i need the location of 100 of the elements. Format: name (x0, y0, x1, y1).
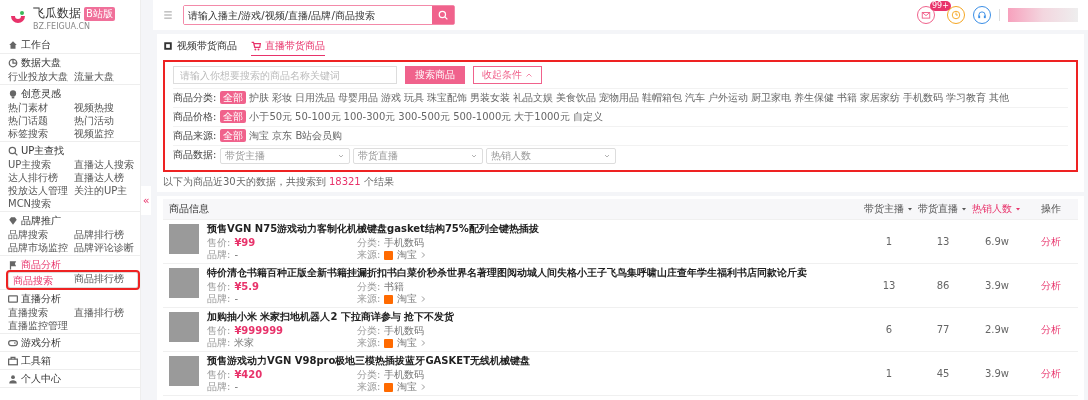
sidebar-item[interactable]: 直播监控管理 (8, 319, 68, 332)
product-photo-placeholder (169, 312, 199, 342)
filter-option[interactable]: 宠物用品 (599, 91, 640, 104)
filter-option[interactable]: 汽车 (685, 91, 706, 104)
sidebar-section[interactable]: 创意灵感 (8, 86, 132, 101)
filter-option[interactable]: 厨卫家电 (751, 91, 792, 104)
sidebar-item[interactable]: 标签搜索 (8, 127, 48, 140)
analyze-link[interactable]: 分析 (1041, 322, 1061, 337)
search-field[interactable]: 请输入播主/游戏/视频/直播/品牌/商品搜索 (183, 5, 455, 25)
search-button[interactable] (432, 6, 454, 24)
source-link[interactable]: 淘宝 (397, 249, 428, 261)
filter-option[interactable]: 鞋帽箱包 (642, 91, 683, 104)
source-link[interactable]: 淘宝 (397, 337, 428, 349)
sidebar-item[interactable]: 投放达人管理 (8, 184, 68, 197)
sidebar-item[interactable]: 品牌搜索 (8, 228, 48, 241)
filter-option[interactable]: 珠宝配饰 (427, 91, 468, 104)
filter-option[interactable]: 家居家纺 (860, 91, 901, 104)
sidebar-item[interactable]: 品牌市场监控 (8, 241, 68, 254)
filter-option[interactable]: 男装女装 (470, 91, 511, 104)
tab[interactable]: 视频带货商品 (163, 39, 237, 56)
filter-option[interactable]: 京东 (272, 129, 293, 142)
filter-option[interactable]: 户外运动 (708, 91, 749, 104)
sidebar-item[interactable]: 热门话题 (8, 114, 48, 127)
filter-option[interactable]: 100-300元 (343, 110, 396, 123)
filter-option[interactable]: 学习教育 (946, 91, 987, 104)
analyze-link[interactable]: 分析 (1041, 366, 1061, 381)
source-link[interactable]: 淘宝 (397, 381, 428, 393)
filter-option[interactable]: B站会员购 (295, 129, 343, 142)
sidebar-section[interactable]: 工作台 (8, 37, 132, 52)
sidebar-item[interactable]: UP主搜索 (8, 158, 52, 171)
sidebar-section[interactable]: 商品分析 (8, 257, 132, 272)
caret-icon (603, 152, 612, 160)
sidebar-item[interactable]: 品牌排行榜 (74, 228, 124, 241)
filter-option[interactable]: 大于1000元 (514, 110, 570, 123)
filter-option[interactable]: 300-500元 (398, 110, 451, 123)
analyze-link[interactable]: 分析 (1041, 234, 1061, 249)
filter-option[interactable]: 礼品文娱 (513, 91, 554, 104)
filter-option[interactable]: 日用洗品 (295, 91, 336, 104)
filter-option[interactable]: 游戏 (381, 91, 402, 104)
collapse-sidebar-button[interactable]: « (141, 185, 151, 215)
filter-option[interactable]: 500-1000元 (453, 110, 512, 123)
filter-option[interactable]: 美食饮品 (556, 91, 597, 104)
sidebar-item[interactable]: 直播搜索 (8, 306, 48, 319)
filter-option[interactable]: 自定义 (572, 110, 603, 123)
filter-option[interactable]: 书籍 (837, 91, 858, 104)
caret-icon (470, 152, 479, 160)
sidebar-item[interactable]: 视频监控 (74, 127, 114, 140)
product-title[interactable]: 预售VGN N75游戏动力客制化机械键盘gasket结构75%配列全键热插拔 (207, 222, 539, 236)
sidebar-item[interactable]: 直播达人榜 (74, 171, 124, 184)
sidebar-item[interactable]: 品牌评论诊断 (74, 241, 134, 254)
field-label: 售价: (207, 281, 231, 293)
filter-option[interactable]: 50-100元 (295, 110, 341, 123)
filter-option[interactable]: 手机数码 (903, 91, 944, 104)
sidebar-item[interactable]: 直播达人搜索 (74, 158, 134, 171)
filter-option[interactable]: 淘宝 (249, 129, 270, 142)
sidebar-item[interactable]: MCN搜索 (8, 197, 52, 210)
sidebar-section[interactable]: 数据大盘 (8, 55, 132, 70)
sidebar-item[interactable]: 直播排行榜 (74, 306, 124, 319)
sidebar-section[interactable]: 品牌推广 (8, 213, 132, 228)
shop-icon (384, 294, 394, 304)
product-title[interactable]: 加购抽小米 米家扫地机器人2 下拉商详参与 抢下不发货 (207, 310, 507, 324)
column-header[interactable]: 带货主播 (862, 202, 916, 216)
sidebar-section[interactable]: 个人中心 (8, 371, 132, 386)
sidebar-item[interactable]: 热门素材 (8, 101, 48, 114)
tab[interactable]: 直播带货商品 (251, 39, 325, 56)
sidebar-item[interactable]: 视频热搜 (74, 101, 114, 114)
field-label: 品牌: (207, 381, 231, 393)
sidebar-section[interactable]: 直播分析 (8, 291, 132, 306)
column-header[interactable]: 带货直播 (916, 202, 970, 216)
filter-option[interactable]: 小于50元 (249, 110, 293, 123)
column-header[interactable]: 热销人数 (970, 202, 1024, 216)
sidebar-item[interactable]: 商品排行榜 (74, 272, 124, 288)
sidebar-item[interactable]: 关注的UP主 (74, 184, 128, 197)
filter-option[interactable]: 彩妆 (272, 91, 293, 104)
field-label: 品牌: (207, 293, 231, 305)
filter-label: 商品价格: (173, 110, 217, 124)
product-title[interactable]: 特价清仓书籍百种正版全新书籍挂漏折扣书白菜价秒杀世界名著理图阅动城人间失格小王子飞鸟集呼啸山庄查年学生福利书店同款论斤卖 (207, 266, 807, 280)
source-link[interactable]: 淘宝 (397, 293, 428, 305)
sidebar-section[interactable]: 工具箱 (8, 353, 132, 368)
filter-option[interactable]: 其他 (989, 91, 1010, 104)
table-cell-text: 1 (884, 236, 894, 247)
analyze-link[interactable]: 分析 (1041, 278, 1061, 293)
filter-option[interactable]: 护肤 (249, 91, 270, 104)
product-price: ¥5.9 (234, 281, 260, 293)
field-label: 分类: (357, 369, 381, 381)
product-photo-placeholder (169, 356, 199, 386)
logo-domain: BZ.FEIGUA.CN (33, 22, 92, 31)
filter-option[interactable]: 母婴用品 (338, 91, 379, 104)
sidebar-item[interactable]: 行业投放大盘 (8, 70, 68, 83)
sidebar-section[interactable]: UP主查找 (8, 143, 132, 158)
sidebar-item[interactable]: 流量大盘 (74, 70, 114, 83)
filter-option[interactable]: 养生保健 (794, 91, 835, 104)
product-title[interactable]: 预售游戏动力VGN V98pro极地三模热插拔蓝牙GASKET无线机械键盘 (207, 354, 530, 368)
filter-option[interactable]: 玩具 (404, 91, 425, 104)
sidebar-item[interactable]: 热门活动 (74, 114, 114, 127)
product-price: ¥99 (234, 237, 256, 249)
field-label: 品牌: (207, 337, 231, 349)
sidebar-section[interactable]: 游戏分析 (8, 335, 132, 350)
sidebar-item[interactable]: 达人排行榜 (8, 171, 58, 184)
shop-icon (384, 250, 394, 260)
